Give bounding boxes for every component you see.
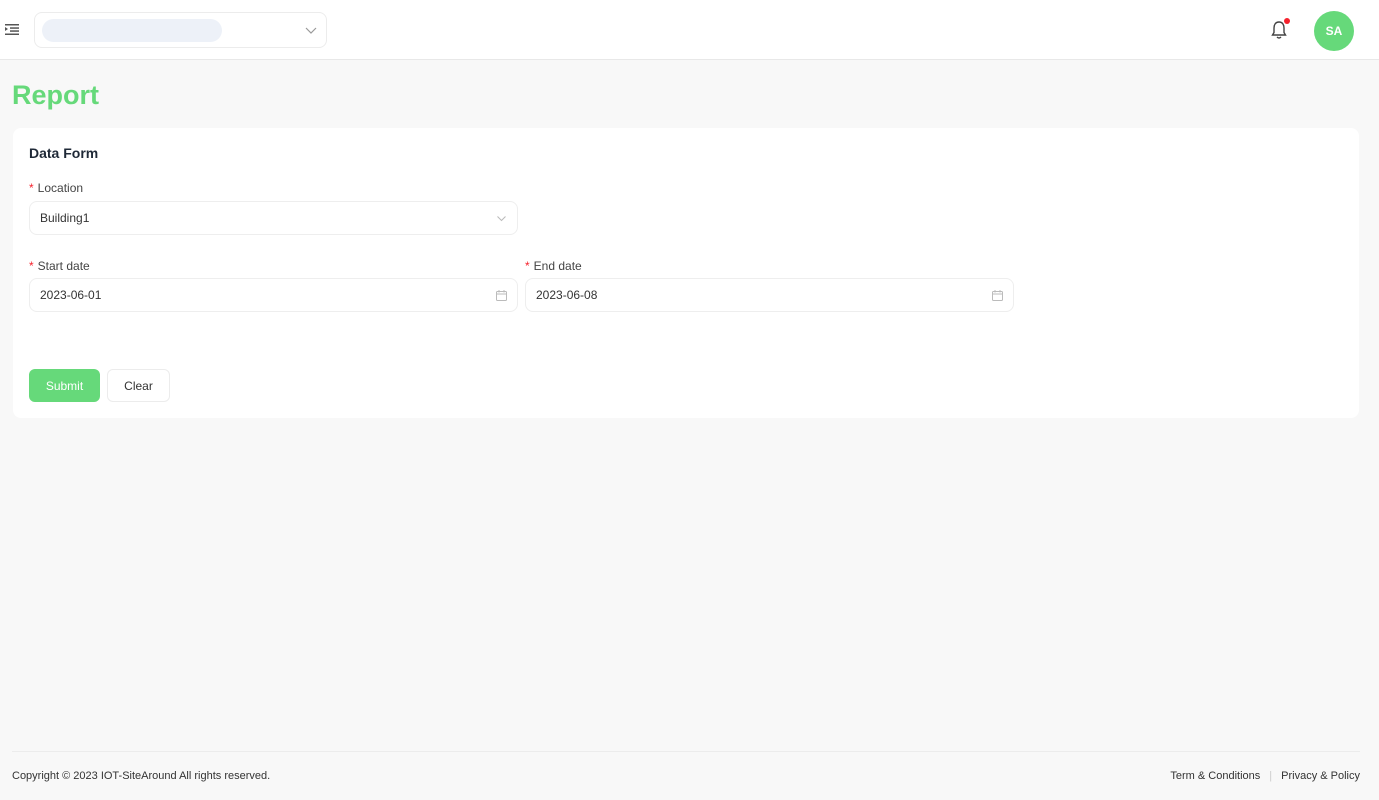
start-date-label: * Start date [29,259,90,273]
location-value: Building1 [40,211,90,225]
end-date-value: 2023-06-08 [536,288,598,302]
end-date-label: * End date [525,259,582,273]
location-label: * Location [29,181,83,195]
required-mark: * [525,259,530,273]
notification-dot [1284,18,1290,24]
location-select[interactable]: Building1 [29,201,518,235]
copyright-text: Copyright © 2023 IOT-SiteAround All righ… [12,770,271,782]
site-selector[interactable] [34,12,327,48]
chevron-down-icon [305,27,317,34]
data-form-card: Data Form * Location Building1 * Start dat… [13,128,1359,418]
menu-fold-icon[interactable] [4,21,20,37]
required-mark: * [29,259,34,273]
start-date-label-text: Start date [37,259,90,273]
end-date-input[interactable]: 2023-06-08 [525,278,1014,312]
chevron-down-icon [497,216,506,222]
top-header: SA [0,0,1379,60]
user-avatar[interactable]: SA [1314,11,1354,51]
notifications-button[interactable] [1270,18,1290,40]
end-date-label-text: End date [533,259,582,273]
footer-links: Term & Conditions | Privacy & Policy [1170,770,1360,782]
footer-divider [12,751,1360,752]
submit-button[interactable]: Submit [29,369,100,402]
form-title: Data Form [29,145,99,161]
start-date-input[interactable]: 2023-06-01 [29,278,518,312]
required-mark: * [29,181,34,195]
page-title: Report [12,80,99,110]
privacy-link[interactable]: Privacy & Policy [1281,770,1360,782]
terms-link[interactable]: Term & Conditions [1170,770,1260,782]
avatar-initials: SA [1325,24,1343,38]
location-label-text: Location [37,181,84,195]
start-date-value: 2023-06-01 [40,288,102,302]
footer-separator: | [1269,770,1273,782]
calendar-icon [992,290,1003,301]
selector-loading-placeholder [42,19,222,42]
calendar-icon [496,290,507,301]
clear-button[interactable]: Clear [107,369,170,402]
